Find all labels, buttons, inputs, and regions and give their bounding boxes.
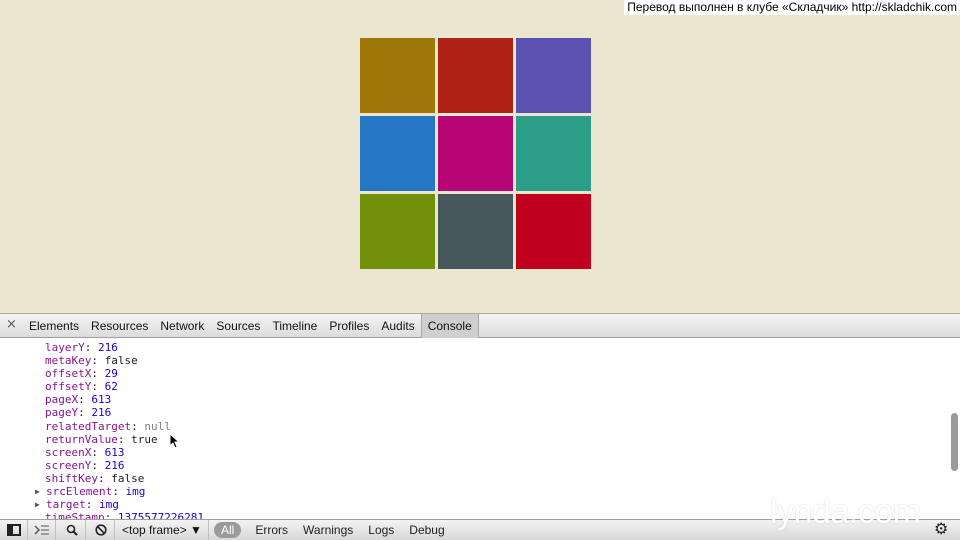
property-value: true (131, 432, 158, 446)
property-value: 216 (98, 341, 118, 354)
console-filters: All Errors Warnings Logs Debug (214, 522, 460, 538)
expand-triangle-icon[interactable]: ▶ (35, 498, 40, 511)
color-tile[interactable] (516, 38, 591, 113)
mouse-cursor-icon (169, 433, 179, 449)
property-separator: : (91, 380, 105, 394)
property-key: target (46, 498, 86, 512)
color-tile[interactable] (360, 38, 435, 113)
tab-resources[interactable]: Resources (85, 314, 154, 338)
devtools-panel: × Elements Resources Network Sources Tim… (0, 313, 960, 540)
property-key: srcElement (46, 485, 113, 499)
property-separator: : (91, 367, 105, 381)
property-separator: : (112, 485, 126, 499)
property-value: 216 (91, 406, 112, 420)
property-separator: : (91, 354, 105, 368)
property-key: offsetY (45, 380, 92, 394)
property-key: screenX (45, 445, 92, 459)
tab-profiles[interactable]: Profiles (323, 314, 375, 338)
console-output[interactable]: layerY: 216 metaKey: false offsetX: 29 offs… (0, 338, 952, 519)
search-icon[interactable] (58, 520, 86, 540)
property-value: false (104, 354, 138, 368)
property-key: pageX (45, 393, 79, 407)
property-value: 29 (104, 367, 118, 381)
console-property-line: metaKey: false (0, 354, 952, 367)
console-property-line: pageY: 216 (0, 406, 952, 419)
property-separator: : (85, 498, 99, 512)
dock-toggle-icon[interactable] (0, 520, 28, 540)
console-property-line: layerY: 216 (0, 341, 952, 354)
property-value: 216 (104, 458, 125, 472)
devtools-tab-bar: × Elements Resources Network Sources Tim… (0, 313, 960, 338)
console-property-line: returnValue: true (0, 433, 952, 446)
console-property-line: screenX: 613 (0, 446, 952, 459)
property-separator: : (78, 393, 92, 407)
property-key: offsetX (45, 367, 92, 381)
property-key: screenY (45, 458, 92, 472)
tab-console[interactable]: Console (420, 314, 479, 338)
property-value: 1375577226281 (117, 511, 204, 519)
color-tile[interactable] (516, 116, 591, 191)
gear-icon[interactable]: ⚙ (934, 519, 948, 538)
property-separator: : (84, 341, 98, 354)
property-key: layerY (45, 341, 85, 354)
property-separator: : (97, 471, 112, 485)
property-key: shiftKey (45, 471, 98, 485)
lynda-logo: lynda.com (770, 493, 921, 531)
property-value: 62 (104, 380, 118, 394)
property-separator: : (78, 406, 92, 420)
console-status-bar: <top frame> ▼ All Errors Warnings Logs D… (0, 493, 960, 540)
tab-audits[interactable]: Audits (375, 314, 420, 338)
console-property-line: offsetY: 62 (0, 380, 952, 393)
filter-debug[interactable]: Debug (409, 522, 444, 538)
filter-logs[interactable]: Logs (368, 522, 394, 538)
property-key: returnValue (45, 432, 118, 446)
color-tile-grid (360, 38, 591, 269)
console-drawer-icon[interactable] (28, 520, 56, 540)
property-value: false (111, 471, 145, 485)
tab-timeline[interactable]: Timeline (266, 314, 323, 338)
color-tile[interactable] (360, 116, 435, 191)
devtools-tabs: Elements Resources Network Sources Timel… (23, 314, 479, 338)
property-separator: : (91, 445, 105, 459)
console-property-line: relatedTarget: null (0, 420, 952, 433)
expand-triangle-icon[interactable]: ▶ (35, 485, 40, 498)
close-icon[interactable]: × (6, 317, 17, 332)
property-separator: : (131, 419, 145, 433)
frame-selector[interactable]: <top frame> ▼ (116, 520, 209, 540)
property-value: img (125, 485, 146, 499)
property-key: metaKey (45, 354, 92, 368)
property-separator: : (117, 432, 132, 446)
filter-warnings[interactable]: Warnings (303, 522, 353, 538)
color-tile[interactable] (438, 116, 513, 191)
property-key: pageY (45, 406, 79, 420)
color-tile[interactable] (516, 194, 591, 269)
watermark-banner: Перевод выполнен в клубе «Складчик» http… (624, 0, 960, 15)
clear-console-icon[interactable] (87, 520, 115, 540)
property-separator: : (104, 511, 118, 519)
property-value: img (99, 498, 119, 512)
filter-errors[interactable]: Errors (255, 522, 288, 538)
filter-all[interactable]: All (214, 522, 242, 538)
color-tile[interactable] (438, 194, 513, 269)
console-property-line: offsetX: 29 (0, 367, 952, 380)
console-property-line: shiftKey: false (0, 472, 952, 485)
color-tile[interactable] (360, 194, 435, 269)
property-value: 613 (104, 445, 125, 459)
property-key: timeStamp (45, 511, 105, 519)
tab-sources[interactable]: Sources (210, 314, 266, 338)
tab-elements[interactable]: Elements (23, 314, 85, 338)
console-scrollbar[interactable] (951, 413, 958, 471)
console-property-line: pageX: 613 (0, 393, 952, 406)
property-value: null (144, 419, 171, 433)
property-key: relatedTarget (45, 419, 132, 433)
color-tile[interactable] (438, 38, 513, 113)
property-value: 613 (91, 393, 112, 407)
property-separator: : (91, 458, 105, 472)
tab-network[interactable]: Network (154, 314, 210, 338)
console-property-line: screenY: 216 (0, 459, 952, 472)
